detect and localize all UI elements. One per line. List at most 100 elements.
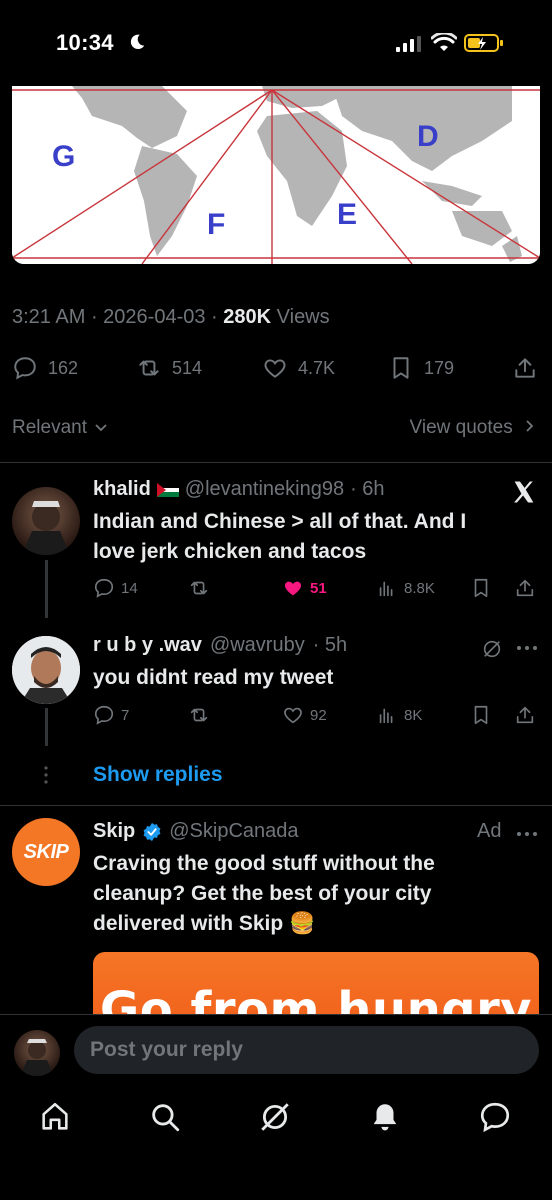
- tweet-map-image[interactable]: G D F E: [12, 86, 540, 264]
- reply-text: you didnt read my tweet: [93, 663, 333, 693]
- share-button[interactable]: [514, 704, 536, 726]
- reply-icon: [14, 357, 36, 380]
- reply-text-line: Indian and Chinese > all of that. And I: [93, 510, 467, 533]
- avatar[interactable]: [12, 636, 80, 704]
- user-name[interactable]: r u b y .wav: [93, 634, 202, 657]
- reply-header: khalid @levantineking98 · 6h: [93, 478, 385, 501]
- reply-count: 14: [121, 579, 138, 597]
- share-button[interactable]: [512, 355, 538, 381]
- sort-relevant-dropdown[interactable]: Relevant: [12, 417, 108, 439]
- like-count: 4.7K: [298, 357, 336, 378]
- reply-input[interactable]: [74, 1026, 539, 1074]
- user-name[interactable]: khalid: [93, 478, 151, 501]
- user-name[interactable]: Skip: [93, 820, 135, 843]
- reply-action[interactable]: 162: [12, 355, 78, 381]
- like-button[interactable]: 51: [282, 577, 327, 599]
- views-label: Views: [276, 306, 330, 328]
- map-label-g: G: [52, 140, 75, 173]
- like-count: 92: [310, 706, 327, 724]
- divider: [0, 462, 552, 463]
- post-time: 3:21 AM: [12, 306, 86, 328]
- ad-header: Skip @SkipCanada: [93, 820, 299, 843]
- reply-text: Indian and Chinese > all of that. And I …: [93, 507, 466, 567]
- heart-icon: [264, 359, 286, 378]
- grok-icon[interactable]: [481, 638, 503, 660]
- repost-icon: [190, 708, 208, 722]
- reply-text-line: love jerk chicken and tacos: [93, 540, 367, 563]
- user-handle[interactable]: @wavruby: [210, 634, 305, 657]
- verified-badge-icon: [143, 822, 161, 841]
- meta-separator: ·: [211, 306, 224, 328]
- bookmark-count: 179: [424, 357, 455, 378]
- show-replies-link[interactable]: Show replies: [93, 763, 223, 787]
- skip-logo-text: SKIP: [23, 840, 69, 863]
- reply-icon: [94, 705, 114, 725]
- repost-action[interactable]: 514: [136, 355, 202, 381]
- post-age: · 6h: [350, 478, 385, 500]
- bookmark-action[interactable]: 179: [388, 355, 454, 381]
- ad-text-line: cleanup? Get the best of your city: [93, 882, 432, 905]
- bookmark-button[interactable]: [470, 704, 492, 726]
- ad-label: Ad: [477, 820, 502, 842]
- ad-text-line: delivered with Skip 🍔: [93, 912, 316, 935]
- ad-text-line: Craving the good stuff without the: [93, 852, 435, 875]
- repost-icon: [139, 360, 159, 376]
- meta-separator: ·: [90, 306, 104, 328]
- views-button[interactable]: 8K: [376, 704, 422, 726]
- repost-icon: [190, 581, 208, 595]
- ad-text: Craving the good stuff without the clean…: [93, 849, 435, 939]
- post-age: · 5h: [312, 634, 348, 656]
- avatar-image: [12, 636, 80, 704]
- chevron-right-icon: [526, 420, 534, 432]
- heart-filled-icon: [284, 581, 302, 596]
- repost-button[interactable]: [188, 704, 210, 726]
- like-action[interactable]: 4.7K: [262, 355, 335, 381]
- messages-icon[interactable]: [478, 1100, 512, 1134]
- share-icon: [516, 706, 534, 724]
- analytics-icon: [379, 708, 393, 724]
- bookmark-icon: [474, 705, 488, 725]
- post-date: 2026-04-03: [103, 306, 206, 328]
- views-count: 8.8K: [404, 579, 435, 597]
- moon-icon: [130, 34, 145, 50]
- ad-promo-image[interactable]: Go from hungry: [93, 952, 539, 1018]
- search-icon[interactable]: [148, 1100, 182, 1134]
- battery-charging-icon: [464, 34, 503, 52]
- reply-button[interactable]: 14: [93, 577, 138, 599]
- avatar[interactable]: [12, 487, 80, 555]
- heart-icon: [284, 707, 302, 724]
- user-handle[interactable]: @SkipCanada: [169, 820, 298, 843]
- like-button[interactable]: 92: [282, 704, 327, 726]
- more-options-icon[interactable]: [516, 644, 538, 652]
- repost-button[interactable]: [188, 577, 210, 599]
- view-quotes-label: View quotes: [409, 417, 513, 438]
- sort-label: Relevant: [12, 417, 87, 438]
- analytics-icon: [379, 581, 393, 597]
- bookmark-button[interactable]: [470, 577, 492, 599]
- post-metadata: 3:21 AM · 2026-04-03 · 280K Views: [12, 306, 330, 329]
- repost-count: 514: [172, 357, 203, 378]
- map-label-f: F: [207, 208, 225, 241]
- share-button[interactable]: [514, 577, 536, 599]
- reply-button[interactable]: 7: [93, 704, 129, 726]
- skip-logo-avatar[interactable]: SKIP: [12, 818, 80, 886]
- notifications-bell-icon[interactable]: [368, 1100, 402, 1134]
- user-handle[interactable]: @levantineking98: [185, 478, 344, 501]
- home-icon[interactable]: [38, 1100, 72, 1134]
- palestine-flag-icon: [156, 482, 179, 497]
- wifi-icon: [431, 33, 457, 51]
- avatar-image: [20, 1039, 54, 1076]
- map-label-d: D: [417, 120, 439, 153]
- x-logo-icon: [514, 481, 534, 503]
- promo-headline: Go from hungry: [99, 982, 533, 1018]
- more-options-icon[interactable]: [516, 830, 538, 838]
- views-count: 8K: [404, 706, 423, 724]
- view-quotes-link[interactable]: View quotes: [410, 417, 536, 439]
- bookmark-icon: [393, 357, 409, 379]
- status-time: 10:34: [56, 30, 114, 55]
- grok-icon[interactable]: [258, 1100, 292, 1134]
- map-label-e: E: [337, 198, 357, 231]
- share-icon: [515, 358, 535, 378]
- views-button[interactable]: 8.8K: [376, 577, 435, 599]
- views-count: 280K: [223, 306, 272, 328]
